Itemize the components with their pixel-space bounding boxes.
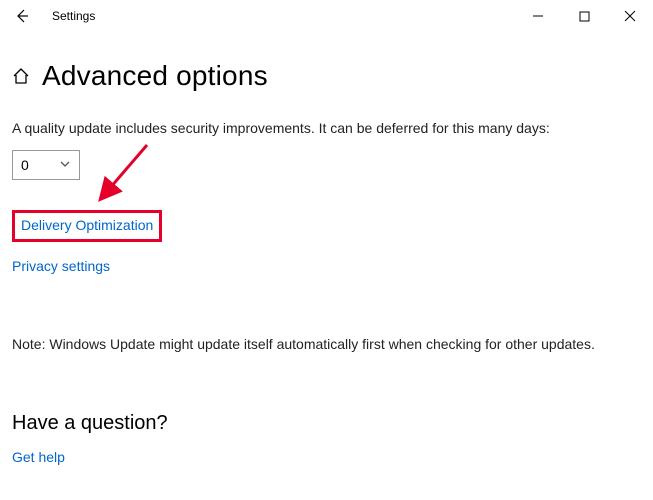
close-button[interactable] [607,0,653,32]
arrow-left-icon [14,8,30,24]
maximize-icon [579,11,590,22]
maximize-button[interactable] [561,0,607,32]
titlebar: Settings [0,0,653,32]
minimize-button[interactable] [515,0,561,32]
get-help-link[interactable]: Get help [12,449,65,465]
app-title: Settings [52,9,95,23]
question-heading: Have a question? [12,412,641,435]
back-button[interactable] [8,8,40,24]
window-controls [515,0,653,32]
delivery-optimization-link[interactable]: Delivery Optimization [21,217,153,233]
defer-description: A quality update includes security impro… [12,120,641,136]
annotation-highlight-box: Delivery Optimization [12,210,162,242]
defer-days-select[interactable]: 0 [12,150,80,180]
page-title: Advanced options [42,60,268,92]
update-note: Note: Windows Update might update itself… [12,336,641,352]
content-area: Advanced options A quality update includ… [0,60,653,467]
defer-days-value: 0 [21,157,29,173]
page-header: Advanced options [12,60,641,92]
privacy-settings-link[interactable]: Privacy settings [12,258,110,274]
chevron-down-icon [59,157,71,173]
home-icon[interactable] [12,67,30,85]
minimize-icon [532,10,544,22]
close-icon [624,10,636,22]
